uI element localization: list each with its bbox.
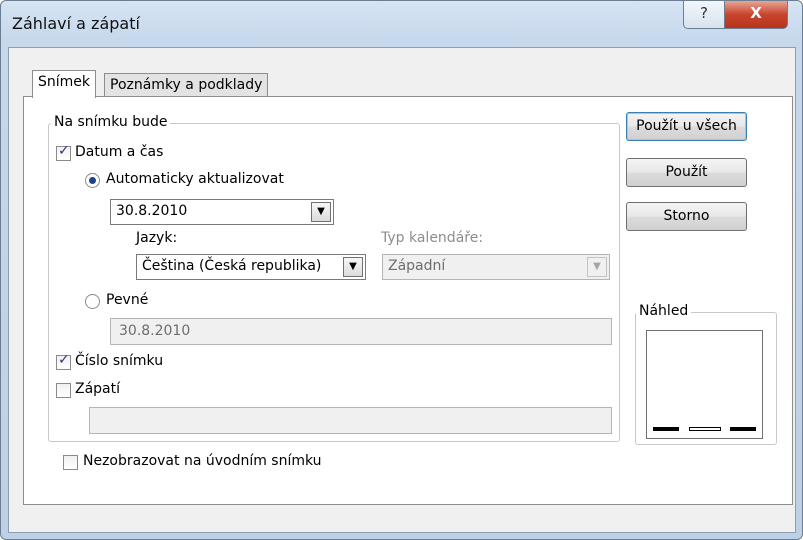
date-format-combo[interactable]: 30.8.2010 ▼ [110, 199, 334, 225]
language-value: Čeština (Česká republika) [142, 258, 322, 274]
slide-number-checkbox[interactable] [56, 352, 71, 370]
footer-label[interactable]: Zápatí [75, 381, 120, 397]
calendar-type-value: Západní [388, 258, 446, 274]
apply-to-all-label: Použít u všech [636, 118, 737, 134]
tab-poznamky-a-podklady[interactable]: Poznámky a podklady [104, 73, 269, 98]
apply-label: Použít [665, 164, 708, 180]
chevron-down-icon[interactable]: ▼ [311, 202, 331, 222]
close-button[interactable]: X [724, 1, 788, 29]
title-bar[interactable]: Záhlaví a zápatí ? X [1, 1, 802, 47]
tab-label: Snímek [38, 74, 91, 90]
help-icon: ? [700, 4, 708, 22]
fixed-date-field[interactable]: 30.8.2010 [110, 318, 612, 345]
tab-panel: Na snímku bude Datum a čas Automaticky a… [23, 96, 793, 505]
apply-button[interactable]: Použít [626, 158, 747, 187]
language-label: Jazyk: [136, 230, 178, 246]
cancel-label: Storno [663, 208, 710, 224]
date-format-value: 30.8.2010 [116, 203, 188, 219]
slide-preview [646, 330, 763, 439]
help-button[interactable]: ? [683, 1, 725, 29]
date-time-checkbox[interactable] [56, 143, 71, 161]
calendar-type-combo[interactable]: Západní ▼ [382, 254, 610, 280]
preview-slide-number-placeholder [730, 427, 756, 431]
dont-show-on-title-label[interactable]: Nezobrazovat na úvodním snímku [83, 453, 322, 469]
auto-update-radio[interactable] [85, 173, 100, 188]
language-combo[interactable]: Čeština (Česká republika) ▼ [136, 254, 366, 280]
fixed-date-value: 30.8.2010 [119, 323, 191, 339]
footer-checkbox[interactable] [56, 383, 71, 398]
slide-number-label[interactable]: Číslo snímku [75, 353, 163, 369]
close-icon: X [750, 4, 762, 22]
cancel-button[interactable]: Storno [626, 202, 747, 231]
window-title: Záhlaví a zápatí [12, 14, 140, 33]
fixed-label[interactable]: Pevné [106, 292, 148, 308]
date-time-label[interactable]: Datum a čas [75, 144, 163, 160]
preview-date-placeholder [653, 427, 679, 431]
dont-show-on-title-checkbox[interactable] [63, 455, 78, 470]
calendar-type-label: Typ kalendáře: [381, 230, 484, 246]
tab-label: Poznámky a podklady [110, 77, 263, 93]
apply-to-all-button[interactable]: Použít u všech [626, 112, 747, 141]
chevron-down-icon[interactable]: ▼ [343, 257, 363, 277]
tab-snimek[interactable]: Snímek [32, 70, 97, 98]
preview-legend: Náhled [636, 303, 692, 319]
auto-update-label[interactable]: Automaticky aktualizovat [106, 171, 284, 187]
footer-text-field[interactable] [89, 407, 612, 434]
preview-footer-placeholder [689, 427, 721, 431]
chevron-down-icon[interactable]: ▼ [587, 257, 607, 277]
group-legend: Na snímku bude [51, 114, 171, 130]
dialog-window: Záhlaví a zápatí ? X Snímek Poznámky a p… [0, 0, 803, 540]
fixed-radio[interactable] [85, 294, 100, 309]
